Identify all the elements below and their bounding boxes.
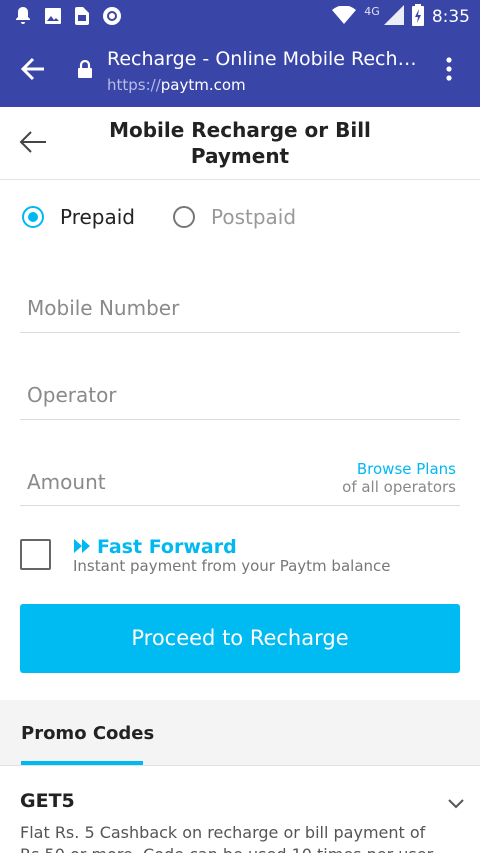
browser-url[interactable]: https://paytm.com: [107, 76, 246, 94]
amount-field[interactable]: Amount Browse Plans of all operators: [20, 458, 460, 506]
mobile-number-placeholder: Mobile Number: [27, 296, 180, 320]
lock-icon: [77, 59, 93, 78]
radio-selected-icon: [22, 206, 44, 228]
operator-field[interactable]: Operator: [20, 372, 460, 420]
back-arrow-icon[interactable]: [18, 129, 48, 155]
page-header: Mobile Recharge or Bill Payment: [0, 107, 480, 180]
browse-plans-label: Browse Plans: [356, 460, 456, 478]
notification-bell-icon: [14, 6, 32, 30]
proceed-to-recharge-button[interactable]: Proceed to Recharge: [20, 604, 460, 673]
sim-icon: [74, 6, 90, 30]
tab-active-indicator: [21, 761, 143, 765]
browse-plans-link[interactable]: Browse Plans of all operators: [342, 460, 456, 496]
radio-unselected-icon: [173, 206, 195, 228]
operator-placeholder: Operator: [27, 383, 117, 407]
fast-forward-checkbox[interactable]: [20, 539, 51, 570]
chevron-down-icon[interactable]: [448, 794, 464, 809]
image-icon: [44, 7, 62, 29]
amount-placeholder: Amount: [27, 470, 106, 494]
fast-forward-icon: [73, 538, 91, 557]
url-host: paytm.com: [160, 76, 246, 94]
network-type: 4G: [364, 4, 380, 18]
mobile-number-field[interactable]: Mobile Number: [20, 285, 460, 333]
overflow-menu-icon[interactable]: [440, 56, 458, 84]
tab-promo-codes[interactable]: Promo Codes: [21, 723, 154, 744]
promo-tabs: Promo Codes: [0, 700, 480, 766]
signal-icon: [383, 5, 404, 29]
status-time: 8:35: [431, 7, 470, 27]
circle-icon: [102, 6, 122, 30]
promo-code-item[interactable]: GET5 Flat Rs. 5 Cashback on recharge or …: [0, 766, 480, 853]
battery-icon: [411, 4, 424, 30]
fast-forward-subtitle: Instant payment from your Paytm balance: [73, 557, 391, 575]
browse-plans-sublabel: of all operators: [342, 478, 456, 496]
status-bar: 4G 8:35: [0, 0, 480, 32]
recharge-type-group: Prepaid Postpaid: [22, 205, 296, 229]
wifi-icon: [332, 5, 357, 28]
prepaid-label: Prepaid: [60, 205, 135, 229]
postpaid-radio[interactable]: Postpaid: [173, 205, 296, 229]
fast-forward-title: Fast Forward: [73, 536, 237, 558]
postpaid-label: Postpaid: [211, 205, 297, 229]
browser-page-title[interactable]: Recharge - Online Mobile Recharge: [107, 48, 417, 70]
browser-toolbar: Recharge - Online Mobile Recharge https:…: [0, 32, 480, 107]
url-scheme: https://: [107, 76, 161, 94]
prepaid-radio[interactable]: Prepaid: [22, 205, 135, 229]
fast-forward-label: Fast Forward: [97, 536, 237, 558]
promo-code-description: Flat Rs. 5 Cashback on recharge or bill …: [20, 823, 433, 853]
promo-code: GET5: [20, 790, 75, 812]
browser-back-arrow-icon[interactable]: [20, 56, 46, 82]
page-title: Mobile Recharge or Bill Payment: [109, 118, 371, 168]
